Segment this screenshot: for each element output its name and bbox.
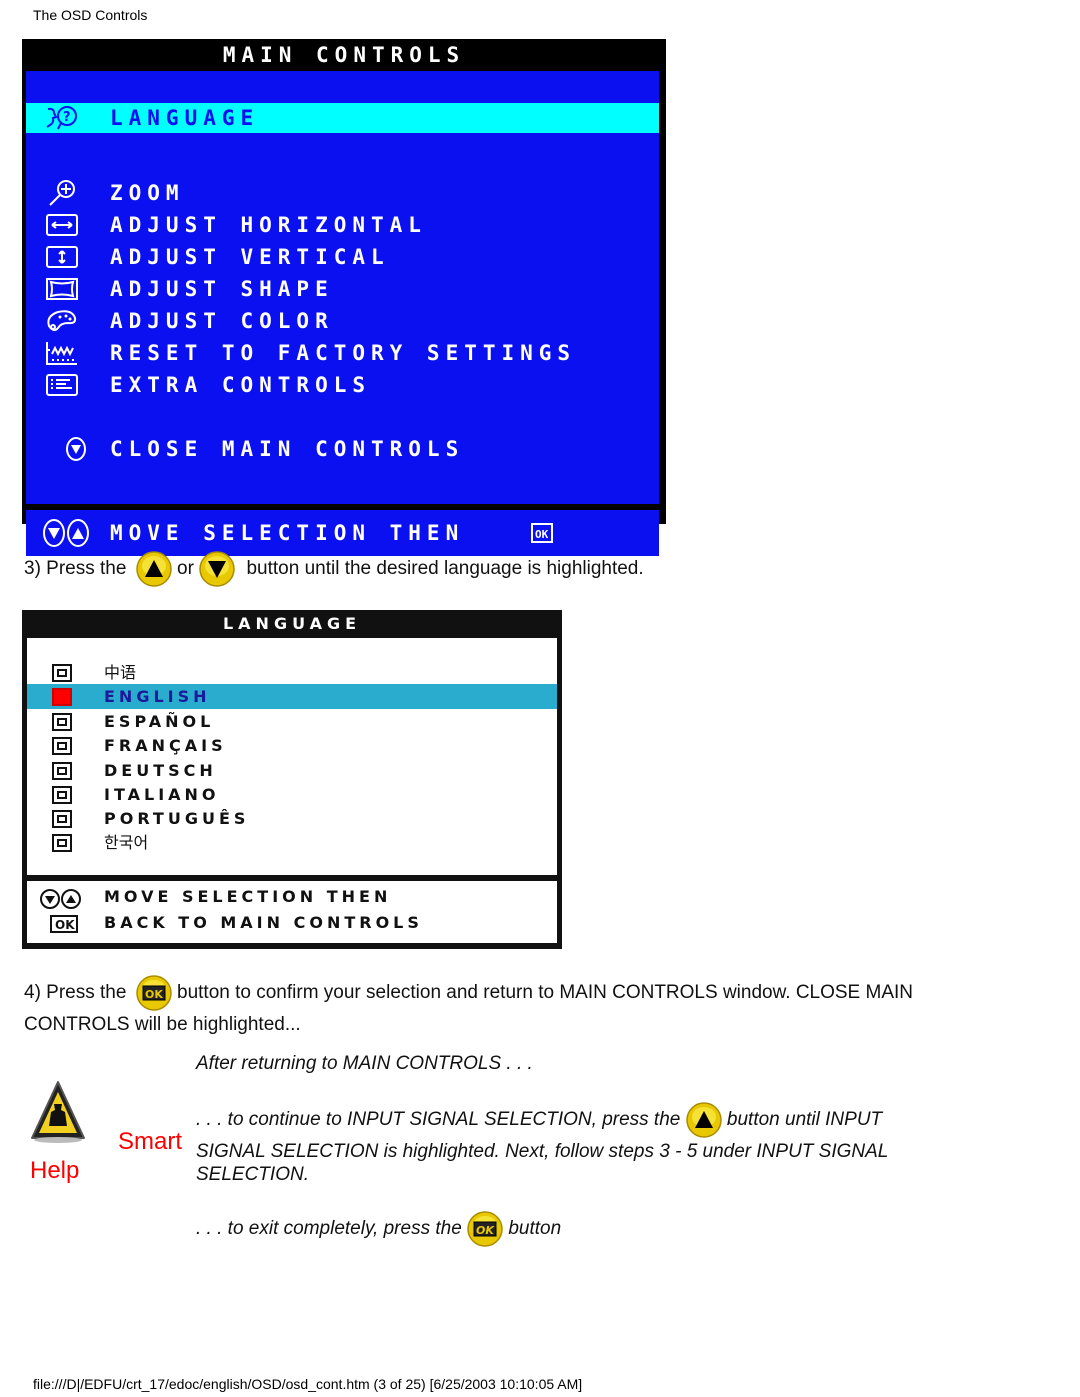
language-item-portugues[interactable]: PORTUGUÊS: [27, 806, 557, 831]
radio-box-icon: [52, 713, 72, 731]
menu-item-label: CLOSE MAIN CONTROLS: [110, 437, 465, 461]
radio-box-icon: [52, 786, 72, 804]
menu-item-language[interactable]: ? LANGUAGE: [26, 103, 659, 133]
language-label: 한국어: [104, 833, 149, 852]
ok-button-icon: OK: [135, 975, 172, 1011]
up-button-icon: [685, 1102, 722, 1138]
exit-suffix: button: [508, 1218, 562, 1240]
language-menu: 中语 ENGLISH ESPAÑOL FRANÇAIS DEUTSCH ITAL…: [27, 638, 557, 875]
menu-item-close-main-controls[interactable]: CLOSE MAIN CONTROLS: [26, 434, 659, 464]
smart-help-label-smart: Smart: [118, 1128, 183, 1155]
menu-item-label: ADJUST COLOR: [110, 309, 334, 333]
language-item-espanol[interactable]: ESPAÑOL: [27, 709, 557, 734]
main-controls-menu: ? LANGUAGE ZOOM ADJUST HORIZONTAL ADJUST…: [26, 71, 659, 504]
step-4-line-2: CONTROLS will be highlighted...: [24, 1014, 301, 1035]
radio-box-icon: [52, 664, 72, 682]
down-up-arrows-icon: [43, 519, 89, 547]
radio-box-selected-icon: [52, 688, 72, 706]
menu-item-label: LANGUAGE: [110, 106, 260, 130]
footer-instruction: MOVE SELECTION THEN: [110, 521, 465, 545]
menu-item-label: ADJUST SHAPE: [110, 277, 334, 301]
language-title: LANGUAGE: [222, 614, 362, 633]
page-footer-path: file:///D|/EDFU/crt_17/edoc/english/OSD/…: [33, 1376, 583, 1392]
adjust-horizontal-icon: [46, 214, 78, 236]
smart-help-after-returning: After returning to MAIN CONTROLS . . .: [196, 1053, 533, 1074]
ok-icon: OK: [531, 523, 553, 543]
continue-suffix: button until INPUT: [726, 1109, 883, 1131]
extra-controls-icon: [46, 374, 78, 396]
language-item-english[interactable]: ENGLISH: [27, 684, 557, 709]
radio-box-icon: [52, 810, 72, 828]
step-3-suffix: button until the desired language is hig…: [246, 558, 644, 580]
zoom-icon: [49, 180, 75, 206]
main-controls-footer: MOVE SELECTION THEN OK: [26, 510, 659, 556]
menu-item-adjust-horizontal[interactable]: ADJUST HORIZONTAL: [26, 210, 659, 240]
adjust-shape-icon: [46, 278, 78, 300]
language-label: 中语: [104, 663, 137, 682]
adjust-vertical-icon: [46, 246, 78, 268]
svg-text:?: ?: [63, 110, 71, 125]
language-icon: ?: [46, 106, 77, 130]
language-label: PORTUGUÊS: [104, 809, 250, 828]
language-footer: MOVE SELECTION THEN OK BACK TO MAIN CONT…: [27, 881, 557, 943]
ok-icon: OK: [50, 915, 78, 933]
language-footer-line-1: MOVE SELECTION THEN: [104, 887, 392, 906]
page-header-title: The OSD Controls: [33, 7, 148, 23]
down-arrow-icon: [66, 437, 86, 461]
step-3-or: or: [177, 558, 194, 580]
smart-help-continue-line-3: SELECTION.: [196, 1164, 309, 1185]
step-3-instruction: 3) Press the or button until the desired…: [24, 551, 644, 587]
radio-box-icon: [52, 737, 72, 755]
svg-text:OK: OK: [535, 528, 549, 541]
language-footer-line-2: BACK TO MAIN CONTROLS: [104, 913, 423, 932]
language-label: ENGLISH: [104, 687, 211, 706]
main-controls-title: MAIN CONTROLS: [222, 43, 466, 67]
up-button-icon: [135, 551, 172, 587]
step-4-prefix: 4) Press the: [24, 982, 127, 1004]
exit-prefix: . . . to exit completely, press the: [196, 1218, 462, 1240]
language-osd: LANGUAGE 中语 ENGLISH ESPAÑOL FRANÇAIS DEU…: [22, 610, 562, 949]
step-4-instruction: 4) Press the OK button to confirm your s…: [24, 975, 913, 1011]
smart-help-warning-icon: [31, 1081, 85, 1143]
language-label: ITALIANO: [104, 785, 220, 804]
menu-item-zoom[interactable]: ZOOM: [26, 178, 659, 208]
language-item-italiano[interactable]: ITALIANO: [27, 782, 557, 807]
language-item-francais[interactable]: FRANÇAIS: [27, 733, 557, 758]
menu-item-adjust-color[interactable]: ADJUST COLOR: [26, 306, 659, 336]
down-button-icon: [199, 551, 235, 587]
menu-item-extra-controls[interactable]: EXTRA CONTROLS: [26, 370, 659, 400]
step-3-prefix: 3) Press the: [24, 558, 127, 580]
menu-item-label: ZOOM: [110, 181, 185, 205]
svg-text:OK: OK: [145, 988, 163, 1001]
step-4-suffix: button to confirm your selection and ret…: [177, 982, 914, 1004]
smart-help-continue: . . . to continue to INPUT SIGNAL SELECT…: [196, 1102, 882, 1138]
ok-button-icon: OK: [467, 1211, 503, 1247]
radio-box-icon: [52, 762, 72, 780]
adjust-color-icon: [47, 310, 77, 332]
smart-help-label-help: Help: [30, 1157, 80, 1184]
continue-prefix: . . . to continue to INPUT SIGNAL SELECT…: [196, 1109, 681, 1131]
language-label: DEUTSCH: [104, 761, 217, 780]
language-item-deutsch[interactable]: DEUTSCH: [27, 758, 557, 783]
menu-item-label: ADJUST VERTICAL: [110, 245, 390, 269]
radio-box-icon: [52, 834, 72, 852]
language-label: ESPAÑOL: [104, 712, 215, 731]
smart-help-continue-line-2: SIGNAL SELECTION is highlighted. Next, f…: [196, 1141, 889, 1162]
menu-item-adjust-vertical[interactable]: ADJUST VERTICAL: [26, 242, 659, 272]
menu-item-reset-factory[interactable]: RESET TO FACTORY SETTINGS: [26, 338, 659, 368]
menu-item-label: RESET TO FACTORY SETTINGS: [110, 341, 577, 365]
language-item-korean[interactable]: 한국어: [27, 830, 557, 855]
language-item-chinese[interactable]: 中语: [27, 660, 557, 685]
menu-item-label: EXTRA CONTROLS: [110, 373, 372, 397]
svg-text:OK: OK: [55, 918, 75, 932]
menu-item-label: ADJUST HORIZONTAL: [110, 213, 427, 237]
main-controls-osd: MAIN CONTROLS ? LANGUAGE ZOOM ADJUST HOR…: [22, 39, 666, 556]
language-label: FRANÇAIS: [104, 736, 227, 755]
down-up-arrows-icon: [40, 889, 81, 909]
svg-text:OK: OK: [476, 1224, 495, 1237]
reset-factory-icon: [46, 342, 77, 365]
smart-help-exit: . . . to exit completely, press the OK b…: [196, 1211, 561, 1247]
menu-item-adjust-shape[interactable]: ADJUST SHAPE: [26, 274, 659, 304]
